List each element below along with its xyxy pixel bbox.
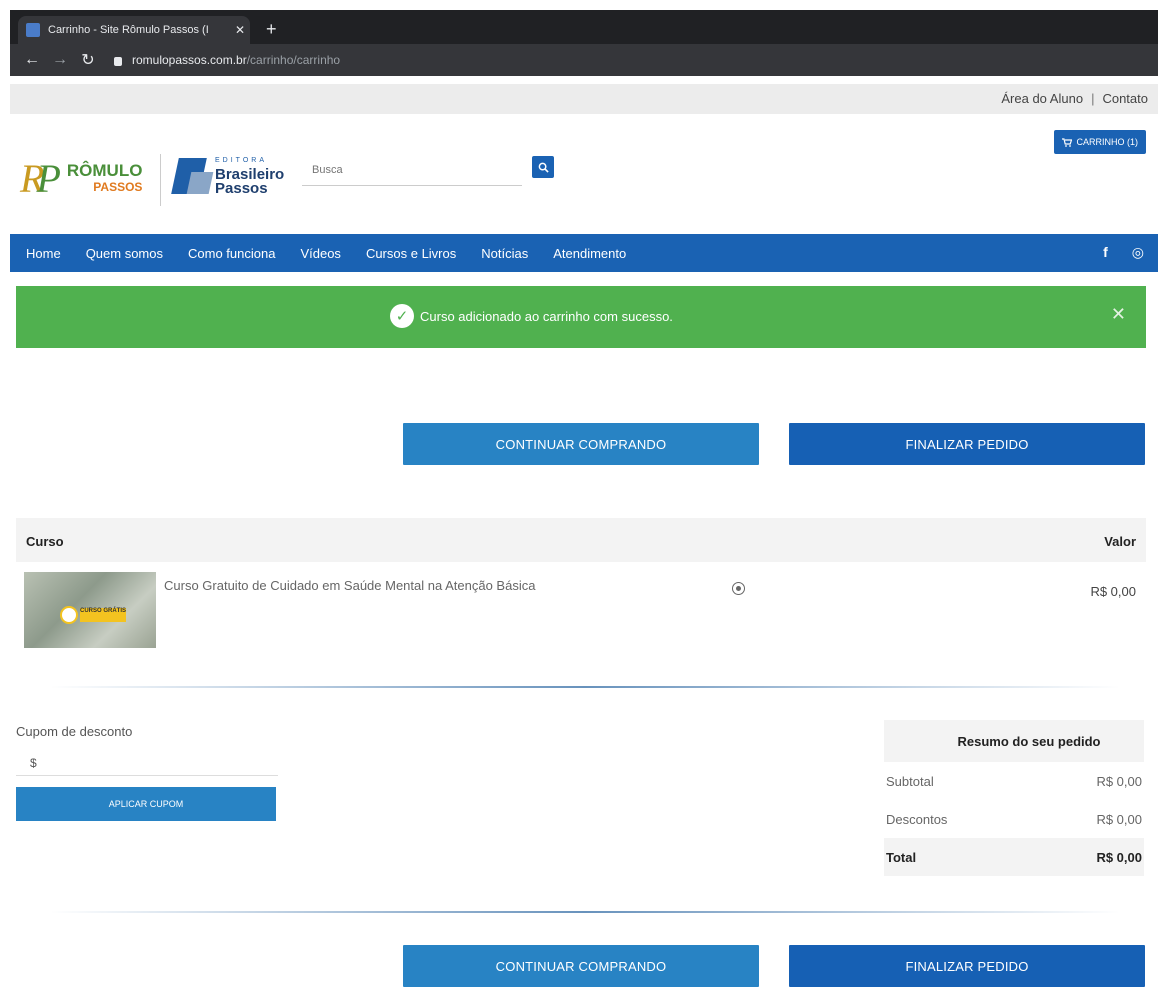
search-input[interactable] xyxy=(302,154,522,186)
facebook-icon[interactable]: f xyxy=(1103,244,1108,261)
main-navigation: Home Quem somos Como funciona Vídeos Cur… xyxy=(10,234,1158,272)
logo-divider xyxy=(160,154,161,206)
total-label: Total xyxy=(886,849,917,865)
browser-address-row: ← → ↻ romulopassos.com.br/carrinho/carri… xyxy=(10,44,1158,76)
summary-subtotal-row: Subtotal R$ 0,00 xyxy=(884,762,1144,800)
url-host: romulopassos.com.br xyxy=(132,53,247,67)
nav-item-noticias[interactable]: Notícias xyxy=(481,246,528,261)
instagram-icon[interactable]: ◎ xyxy=(1132,244,1144,261)
table-row: CURSO GRÁTIS Curso Gratuito de Cuidado e… xyxy=(16,562,1146,662)
order-summary: Resumo do seu pedido Subtotal R$ 0,00 De… xyxy=(884,720,1144,876)
romulo-passos-logo[interactable]: RP RÔMULO PASSOS xyxy=(20,159,142,199)
nav-item-cursos-livros[interactable]: Cursos e Livros xyxy=(366,246,456,261)
romulo-monogram-icon: RP xyxy=(20,156,61,201)
coupon-label: Cupom de desconto xyxy=(16,724,133,739)
check-circle-icon: ✓ xyxy=(390,304,414,328)
summary-discount-row: Descontos R$ 0,00 xyxy=(884,800,1144,838)
continue-shopping-button[interactable]: CONTINUAR COMPRANDO xyxy=(403,423,759,465)
course-thumbnail[interactable]: CURSO GRÁTIS xyxy=(24,572,156,648)
editora-brasileiro-logo[interactable]: EDITORA Brasileiro Passos xyxy=(171,152,284,198)
social-links: f ◎ xyxy=(1103,244,1144,261)
area-aluno-link[interactable]: Área do Aluno xyxy=(1001,91,1083,106)
play-icon xyxy=(60,606,78,624)
forward-arrow-icon[interactable]: → xyxy=(48,51,72,69)
column-course: Curso xyxy=(26,534,64,549)
coupon-input[interactable] xyxy=(16,750,278,776)
success-alert: ✓ Curso adicionado ao carrinho com suces… xyxy=(16,286,1146,348)
logo-romulo-text: RÔMULO xyxy=(66,161,143,180)
remove-item-icon[interactable] xyxy=(732,582,745,595)
site-header: RP RÔMULO PASSOS EDITORA Brasileiro Pass… xyxy=(10,114,1158,234)
site-favicon-icon xyxy=(26,23,40,37)
section-divider xyxy=(50,686,1120,688)
cart-table-header: Curso Valor xyxy=(16,518,1146,562)
address-bar[interactable]: romulopassos.com.br/carrinho/carrinho xyxy=(114,53,340,67)
summary-title: Resumo do seu pedido xyxy=(884,720,1144,762)
summary-total-row: Total R$ 0,00 xyxy=(884,838,1144,876)
logo-passos2-text: Passos xyxy=(215,180,268,197)
discount-label: Descontos xyxy=(886,811,948,827)
back-arrow-icon[interactable]: ← xyxy=(20,51,44,69)
item-price: R$ 0,00 xyxy=(1090,584,1136,599)
contato-link[interactable]: Contato xyxy=(1102,91,1148,106)
url-path: /carrinho/carrinho xyxy=(246,53,341,67)
alert-close-icon[interactable]: ✕ xyxy=(1111,304,1126,325)
total-value: R$ 0,00 xyxy=(1096,849,1142,865)
section-divider xyxy=(50,911,1120,913)
finish-order-button[interactable]: FINALIZAR PEDIDO xyxy=(789,423,1145,465)
search-icon xyxy=(538,162,549,173)
subtotal-label: Subtotal xyxy=(886,773,934,789)
cart-button[interactable]: CARRINHO (1) xyxy=(1054,130,1146,154)
nav-item-como-funciona[interactable]: Como funciona xyxy=(188,246,275,261)
discount-value: R$ 0,00 xyxy=(1096,811,1142,827)
apply-coupon-button[interactable]: APLICAR CUPOM xyxy=(16,787,276,821)
tab-close-icon[interactable]: ✕ xyxy=(230,23,250,37)
nav-item-home[interactable]: Home xyxy=(26,246,61,261)
editora-mark-icon xyxy=(171,152,214,198)
cart-label: CARRINHO (1) xyxy=(1076,137,1138,147)
alert-message: Curso adicionado ao carrinho com sucesso… xyxy=(420,308,673,324)
course-title[interactable]: Curso Gratuito de Cuidado em Saúde Menta… xyxy=(164,578,535,593)
tab-title: Carrinho - Site Rômulo Passos (I xyxy=(48,24,209,36)
search-box xyxy=(302,154,554,186)
link-separator: | xyxy=(1091,91,1095,106)
nav-item-videos[interactable]: Vídeos xyxy=(300,246,340,261)
nav-item-quem-somos[interactable]: Quem somos xyxy=(86,246,163,261)
logo-passos-text: PASSOS xyxy=(93,180,143,194)
browser-tab[interactable]: Carrinho - Site Rômulo Passos (I ✕ xyxy=(18,16,250,44)
column-value: Valor xyxy=(1104,534,1136,549)
shopping-cart-icon xyxy=(1062,137,1073,147)
new-tab-icon[interactable]: + xyxy=(266,20,277,38)
search-button[interactable] xyxy=(532,156,554,178)
lock-icon xyxy=(114,56,122,66)
subtotal-value: R$ 0,00 xyxy=(1096,773,1142,789)
thumbnail-tag: CURSO GRÁTIS xyxy=(80,608,126,622)
nav-item-atendimento[interactable]: Atendimento xyxy=(553,246,626,261)
browser-tab-bar: Carrinho - Site Rômulo Passos (I ✕ + xyxy=(10,10,1158,44)
reload-icon[interactable]: ↻ xyxy=(76,50,100,70)
utility-bar: Área do Aluno | Contato xyxy=(10,84,1158,114)
